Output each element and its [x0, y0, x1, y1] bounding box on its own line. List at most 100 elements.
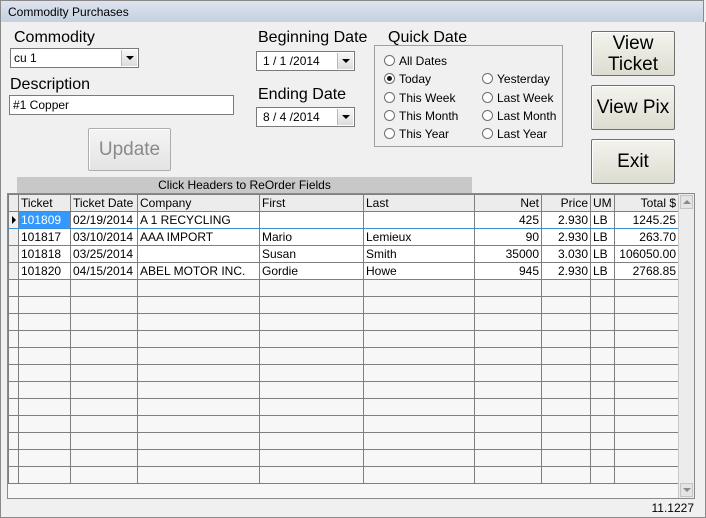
empty-cell [70, 415, 138, 433]
empty-cell [259, 432, 364, 450]
cell-price[interactable]: 2.930 [541, 228, 591, 246]
cell-company[interactable]: AAA IMPORT [137, 228, 260, 246]
cell-ticket-date[interactable]: 02/19/2014 [70, 211, 138, 229]
empty-cell [363, 330, 475, 348]
purchases-grid[interactable]: Ticket Ticket Date Company First Last Ne… [7, 193, 695, 499]
cell-last[interactable]: Lemieux [363, 228, 475, 246]
cell-um[interactable]: LB [590, 228, 615, 246]
ending-date-picker[interactable]: 8 / 4 /2014 [256, 107, 355, 127]
vertical-scrollbar[interactable] [678, 194, 694, 498]
cell-ticket[interactable]: 101820 [18, 262, 71, 280]
cell-company[interactable] [137, 245, 260, 263]
radio-label: This Month [399, 109, 459, 123]
view-ticket-button[interactable]: View Ticket [591, 31, 675, 76]
column-header-last[interactable]: Last [363, 194, 475, 212]
table-row[interactable]: 101817 03/10/2014 AAA IMPORT Mario Lemieux 90… [8, 228, 679, 246]
column-header-first[interactable]: First [259, 194, 364, 212]
empty-row [8, 347, 679, 365]
description-field[interactable]: #1 Copper [9, 95, 234, 115]
empty-row [8, 296, 679, 314]
cell-total[interactable]: 1245.25 [614, 211, 679, 229]
chevron-down-icon[interactable] [337, 53, 353, 69]
column-header-ticket-date[interactable]: Ticket Date [70, 194, 138, 212]
empty-cell [541, 296, 591, 314]
header-row: Ticket Ticket Date Company First Last Ne… [8, 194, 679, 212]
radio-dot[interactable] [482, 128, 493, 139]
cell-um[interactable]: LB [590, 211, 615, 229]
cell-first[interactable]: Gordie [259, 262, 364, 280]
chevron-down-icon[interactable] [121, 50, 137, 66]
cell-company[interactable]: ABEL MOTOR INC. [137, 262, 260, 280]
empty-row [8, 449, 679, 467]
empty-cell [614, 330, 679, 348]
table-row[interactable]: 101820 04/15/2014 ABEL MOTOR INC. Gordie How… [8, 262, 679, 280]
cell-ticket[interactable]: 101818 [18, 245, 71, 263]
cell-um[interactable]: LB [590, 245, 615, 263]
radio-dot[interactable] [482, 92, 493, 103]
empty-cell [8, 432, 19, 450]
cell-last[interactable] [363, 211, 475, 229]
empty-cell [259, 381, 364, 399]
column-header-um[interactable]: UM [590, 194, 615, 212]
row-indicator[interactable] [8, 211, 19, 229]
cell-net[interactable]: 90 [474, 228, 542, 246]
table-row[interactable]: 101809 02/19/2014 A 1 RECYCLING 425 2.930 LB 1… [8, 211, 679, 229]
radio-dot[interactable] [384, 92, 395, 103]
table-row[interactable]: 101818 03/25/2014 Susan Smith 35000 3.030 LB 10… [8, 245, 679, 263]
cell-price[interactable]: 2.930 [541, 211, 591, 229]
update-button[interactable]: Update [88, 128, 171, 171]
cell-price[interactable]: 2.930 [541, 262, 591, 280]
cell-first[interactable]: Susan [259, 245, 364, 263]
empty-row [8, 432, 679, 450]
radio-dot-selected[interactable] [384, 73, 395, 84]
cell-first[interactable] [259, 211, 364, 229]
chevron-down-icon[interactable] [337, 109, 353, 125]
radio-dot[interactable] [384, 128, 395, 139]
empty-cell [474, 364, 542, 382]
column-header-price[interactable]: Price [541, 194, 591, 212]
cell-price[interactable]: 3.030 [541, 245, 591, 263]
cell-first[interactable]: Mario [259, 228, 364, 246]
cell-ticket[interactable]: 101809 [18, 211, 71, 229]
view-pix-button[interactable]: View Pix [591, 85, 675, 130]
exit-button[interactable]: Exit [591, 139, 675, 184]
empty-cell [18, 296, 71, 314]
empty-cell [363, 415, 475, 433]
cell-ticket-date[interactable]: 03/10/2014 [70, 228, 138, 246]
empty-cell [70, 313, 138, 331]
cell-company[interactable]: A 1 RECYCLING [137, 211, 260, 229]
cell-ticket[interactable]: 101817 [18, 228, 71, 246]
cell-um[interactable]: LB [590, 262, 615, 280]
column-header-company[interactable]: Company [137, 194, 260, 212]
scroll-down-icon[interactable] [680, 483, 693, 497]
row-indicator[interactable] [8, 228, 19, 246]
radio-dot[interactable] [482, 110, 493, 121]
commodity-select[interactable]: cu 1 [10, 48, 139, 68]
row-indicator[interactable] [8, 245, 19, 263]
cell-net[interactable]: 425 [474, 211, 542, 229]
cell-total[interactable]: 2768.85 [614, 262, 679, 280]
column-header-net[interactable]: Net [474, 194, 542, 212]
empty-cell [474, 296, 542, 314]
column-header-total[interactable]: Total $ [614, 194, 679, 212]
beginning-date-picker[interactable]: 1 / 1 /2014 [256, 51, 355, 71]
cell-total[interactable]: 106050.00 [614, 245, 679, 263]
cell-net[interactable]: 945 [474, 262, 542, 280]
cell-last[interactable]: Smith [363, 245, 475, 263]
row-indicator[interactable] [8, 262, 19, 280]
cell-ticket-date[interactable]: 04/15/2014 [70, 262, 138, 280]
empty-cell [8, 296, 19, 314]
cell-last[interactable]: Howe [363, 262, 475, 280]
column-header-ticket[interactable]: Ticket [18, 194, 71, 212]
radio-label: Yesterday [497, 72, 550, 86]
cell-total[interactable]: 263.70 [614, 228, 679, 246]
empty-cell [137, 364, 260, 382]
radio-dot[interactable] [384, 110, 395, 121]
radio-dot[interactable] [482, 73, 493, 84]
empty-cell [137, 279, 260, 297]
radio-dot[interactable] [384, 55, 395, 66]
description-label: Description [10, 76, 91, 93]
cell-net[interactable]: 35000 [474, 245, 542, 263]
scroll-up-icon[interactable] [680, 195, 693, 209]
cell-ticket-date[interactable]: 03/25/2014 [70, 245, 138, 263]
